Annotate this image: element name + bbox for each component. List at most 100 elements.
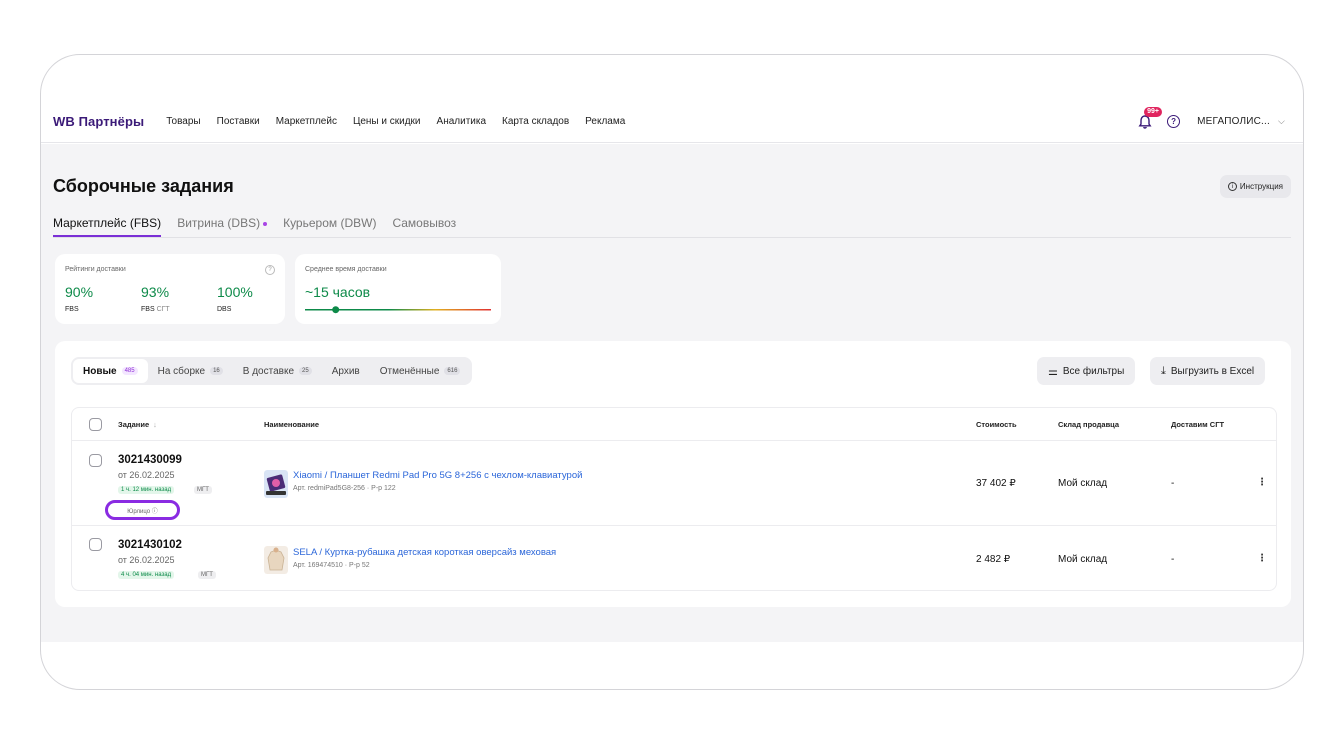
rating-dbs-value: 100% bbox=[217, 284, 253, 300]
export-excel-label: Выгрузить в Excel bbox=[1170, 365, 1255, 377]
product-name-link[interactable]: Xiaomi / Планшет Redmi Pad Pro 5G 8+256 … bbox=[293, 470, 582, 481]
row-checkbox[interactable] bbox=[89, 454, 102, 467]
delivery-time-value: ~15 часов bbox=[305, 284, 371, 300]
cost-value: 2 482 ₽ bbox=[976, 554, 1011, 565]
table-header: Задание ↓ Наименование Стоимость Склад пр… bbox=[72, 408, 1276, 441]
brand-logo[interactable]: WB Партнёры bbox=[53, 114, 144, 129]
tab-dbs-label: Витрина (DBS) bbox=[177, 216, 261, 230]
subtab-new[interactable]: Новые 485 bbox=[73, 359, 148, 383]
thumbnail-head bbox=[273, 547, 279, 553]
nav-item-goods[interactable]: Товары bbox=[166, 116, 200, 127]
all-filters-button[interactable]: ⚌ Все фильтры bbox=[1037, 357, 1136, 385]
column-name: Наименование bbox=[264, 420, 320, 429]
product-article: Арт. redmiPad5G8-256 · Р-р 122 bbox=[293, 485, 396, 492]
nav-item-supplies[interactable]: Поставки bbox=[217, 116, 260, 127]
rating-fbs-value: 90% bbox=[65, 284, 94, 300]
time-ago-badge: 1 ч. 12 мин. назад bbox=[118, 486, 175, 494]
delivery-time-gauge bbox=[305, 306, 491, 314]
nav-item-prices[interactable]: Цены и скидки bbox=[353, 116, 421, 127]
instruction-button[interactable]: i Инструкция bbox=[1219, 175, 1291, 198]
table-row[interactable]: 3021430102 от 26.02.2025 4 ч. 04 мин. на… bbox=[72, 527, 1276, 592]
row-checkbox[interactable] bbox=[89, 538, 102, 551]
export-excel-button[interactable]: ⤓ Выгрузить в Excel bbox=[1150, 357, 1266, 385]
orders-table: Задание ↓ Наименование Стоимость Склад пр… bbox=[71, 407, 1277, 591]
account-menu[interactable]: МЕГАПОЛИС... ⌵ bbox=[1197, 116, 1285, 127]
tab-pickup[interactable]: Самовывоз bbox=[392, 216, 456, 237]
subtab-assembling-count: 16 bbox=[210, 367, 223, 375]
product-thumbnail bbox=[264, 546, 288, 574]
column-warehouse: Склад продавца bbox=[1058, 420, 1120, 429]
more-options-icon[interactable]: ⋮ bbox=[1257, 553, 1267, 564]
product-name-link[interactable]: SELA / Куртка-рубашка детская короткая о… bbox=[293, 547, 556, 558]
account-name: МЕГАПОЛИС... bbox=[1197, 116, 1270, 127]
main-content: Сборочные задания i Инструкция Маркетпле… bbox=[41, 144, 1303, 642]
subtab-cancelled-label: Отменённые bbox=[379, 365, 440, 377]
sgt-value: - bbox=[1171, 478, 1175, 489]
subtab-in-delivery[interactable]: В доставке 25 bbox=[233, 359, 322, 383]
task-id: 3021430102 bbox=[118, 539, 182, 551]
subtab-new-label: Новые bbox=[83, 365, 117, 377]
subtab-cancelled-count: 616 bbox=[444, 367, 461, 375]
mgt-badge: МГТ bbox=[194, 486, 212, 494]
rating-fbs-caption: FBS bbox=[65, 306, 79, 313]
time-ago-badge: 4 ч. 04 мин. назад bbox=[118, 571, 175, 579]
page-title: Сборочные задания bbox=[53, 176, 234, 196]
subtab-archive[interactable]: Архив bbox=[322, 359, 370, 383]
notifications-button[interactable]: 99+ bbox=[1137, 106, 1162, 130]
nav-item-analytics[interactable]: Аналитика bbox=[437, 116, 487, 127]
product-article: Арт. 169474510 · Р-р 52 bbox=[293, 562, 370, 569]
help-icon[interactable]: ? bbox=[1167, 115, 1181, 128]
thumbnail-keyboard bbox=[266, 491, 286, 495]
top-navbar: WB Партнёры Товары Поставки Маркетплейс … bbox=[41, 101, 1303, 143]
table-row[interactable]: 3021430099 от 26.02.2025 1 ч. 12 мин. на… bbox=[72, 442, 1276, 526]
nav-item-marketplace[interactable]: Маркетплейс bbox=[276, 116, 337, 127]
subtab-in-delivery-label: В доставке bbox=[242, 365, 295, 377]
ratings-label: Рейтинги доставки bbox=[65, 266, 126, 273]
rating-fbs-sgt-caption-muted: СГТ bbox=[156, 306, 170, 313]
question-icon[interactable]: ? bbox=[265, 265, 275, 275]
task-date: от 26.02.2025 bbox=[118, 555, 175, 565]
legal-entity-badge: Юрлицо ⓘ bbox=[105, 500, 180, 520]
column-task[interactable]: Задание ↓ bbox=[118, 420, 157, 429]
tab-dbs[interactable]: Витрина (DBS) bbox=[177, 216, 268, 237]
sgt-value: - bbox=[1171, 554, 1175, 565]
chevron-down-icon: ⌵ bbox=[1277, 116, 1285, 126]
tab-dbw[interactable]: Курьером (DBW) bbox=[283, 216, 376, 237]
nav-right-group: 99+ ? МЕГАПОЛИС... ⌵ bbox=[1137, 106, 1291, 130]
column-cost: Стоимость bbox=[976, 420, 1017, 429]
more-options-icon[interactable]: ⋮ bbox=[1257, 477, 1267, 488]
info-icon: i bbox=[1227, 182, 1237, 191]
subtab-in-delivery-count: 25 bbox=[299, 367, 312, 375]
sort-arrow-icon: ↓ bbox=[153, 420, 157, 429]
task-id: 3021430099 bbox=[118, 454, 182, 466]
orders-panel: Новые 485 На сборке 16 В доставке 25 Архив … bbox=[55, 341, 1291, 607]
filter-sliders-icon: ⚌ bbox=[1048, 365, 1058, 378]
column-sgt: Доставим СГТ bbox=[1171, 420, 1225, 429]
delivery-time-label: Среднее время доставки bbox=[305, 266, 387, 273]
subtab-assembling[interactable]: На сборке 16 bbox=[148, 359, 233, 383]
tab-fbs[interactable]: Маркетплейс (FBS) bbox=[53, 216, 162, 237]
subtab-cancelled[interactable]: Отменённые 616 bbox=[370, 359, 471, 383]
cost-value: 37 402 ₽ bbox=[976, 478, 1016, 489]
browser-frame: WB Партнёры Товары Поставки Маркетплейс … bbox=[40, 54, 1304, 690]
thumbnail-accent bbox=[272, 479, 280, 487]
subtab-new-count: 485 bbox=[121, 367, 138, 375]
all-filters-label: Все фильтры bbox=[1062, 365, 1125, 377]
select-all-checkbox[interactable] bbox=[89, 418, 102, 431]
order-status-tabs: Новые 485 На сборке 16 В доставке 25 Архив … bbox=[71, 357, 473, 385]
subtab-assembling-label: На сборке bbox=[157, 365, 206, 377]
task-date: от 26.02.2025 bbox=[118, 470, 175, 480]
rating-fbs-sgt-caption: FBS СГТ bbox=[141, 306, 170, 313]
column-task-label: Задание bbox=[118, 420, 150, 429]
delivery-ratings-card: Рейтинги доставки ? 90% FBS 93% FBS СГТ … bbox=[55, 254, 285, 324]
rating-fbs-sgt-value: 93% bbox=[141, 284, 170, 300]
notification-count-badge: 99+ bbox=[1144, 106, 1162, 117]
download-icon: ⤓ bbox=[1161, 364, 1166, 377]
nav-item-warehouse-map[interactable]: Карта складов bbox=[502, 116, 569, 127]
new-dot-indicator bbox=[263, 221, 268, 226]
warehouse-value: Мой склад bbox=[1058, 554, 1108, 565]
delivery-time-card: Среднее время доставки ~15 часов bbox=[295, 254, 501, 324]
rating-dbs-caption: DBS bbox=[217, 306, 232, 313]
nav-item-ads[interactable]: Реклама bbox=[585, 116, 625, 127]
delivery-type-tabs: Маркетплейс (FBS) Витрина (DBS) Курьером… bbox=[53, 216, 1291, 238]
